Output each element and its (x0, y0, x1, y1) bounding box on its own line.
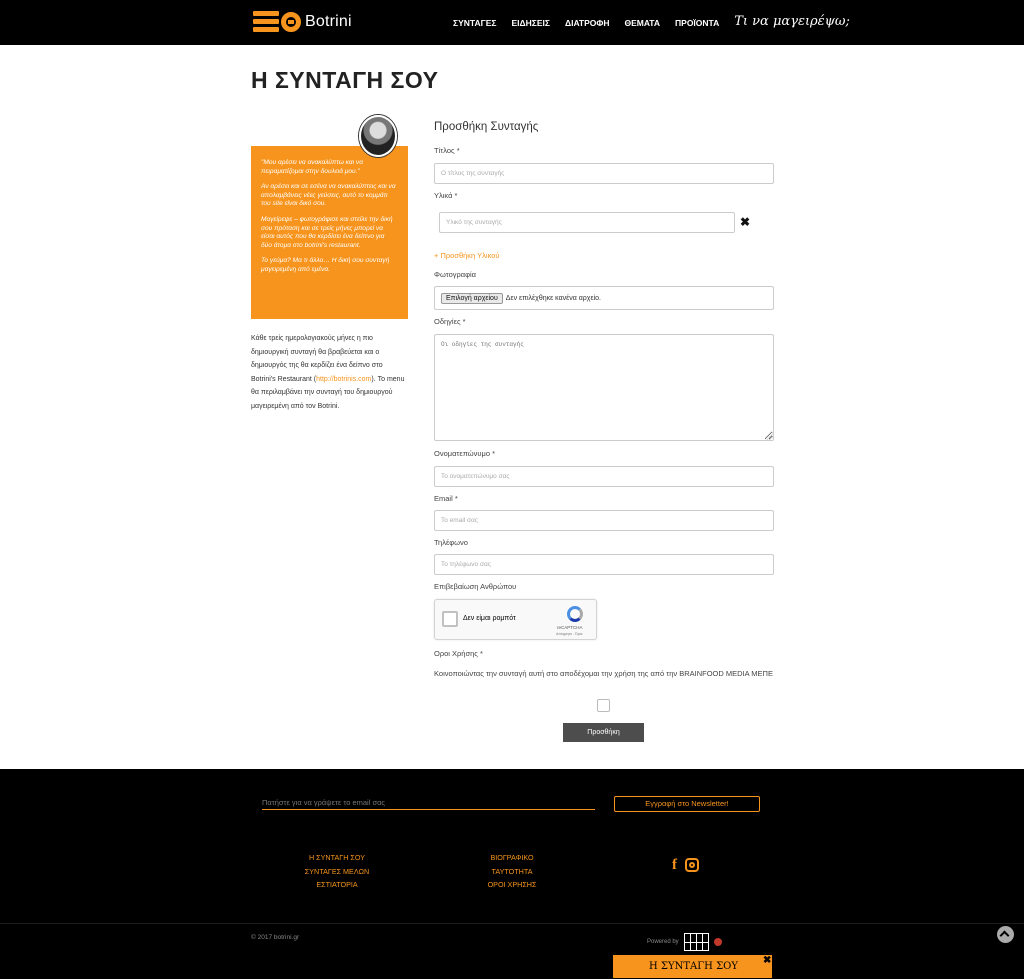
nav-item-recipes[interactable]: ΣΥΝΤΑΓΕΣ (453, 18, 497, 28)
remove-ingredient-close-icon[interactable]: ✖ (740, 215, 750, 229)
submit-button[interactable]: Προσθήκη (563, 723, 644, 742)
recaptcha-brand: reCAPTCHA (557, 625, 583, 630)
logo-text: Botrini (305, 12, 352, 30)
powered-by-text: Powered by (647, 939, 679, 945)
terms-text: Κοινοποιώντας την συνταγή αυτή στο αποδέ… (434, 669, 773, 678)
site-logo[interactable]: Botrini (253, 11, 352, 32)
sticky-recipe-bar[interactable]: Η ΣΥΝΤΑΓΗ ΣΟΥ ✖ (612, 954, 773, 979)
footer-links-col2: ΒΙΟΓΡΑΦΙΚΟ ΤΑΥΤΟΤΗΤΑ ΟΡΟΙ ΧΡΗΣΗΣ (472, 851, 552, 892)
ingredient-input[interactable] (439, 212, 735, 233)
recaptcha-icon (567, 606, 583, 622)
email-label: Email * (434, 494, 458, 503)
footer-links-col1: Η ΣΥΝΤΑΓΗ ΣΟΥ ΣΥΝΤΑΓΕΣ ΜΕΛΩΝ ΕΣΤΙΑΤΟΡΙΑ (297, 851, 377, 892)
partner-logo[interactable] (714, 937, 764, 947)
newsletter-email-input[interactable] (262, 796, 595, 810)
copyright-text: © 2017 botrini.gr (251, 934, 300, 941)
footer-link-restaurants[interactable]: ΕΣΤΙΑΤΟΡΙΑ (297, 878, 377, 892)
photo-label: Φωτογραφία (434, 270, 476, 279)
photo-file-input: Επιλογή αρχείου Δεν επιλέχθηκε κανένα αρ… (434, 286, 774, 310)
terms-checkbox[interactable] (597, 699, 610, 712)
form-heading: Προσθήκη Συνταγής (434, 121, 539, 133)
page-title: Η ΣΥΝΤΑΓΗ ΣΟΥ (251, 67, 439, 93)
phone-input[interactable] (434, 554, 774, 575)
nav-item-topics[interactable]: ΘΕΜΑΤΑ (625, 18, 661, 28)
nav-item-nutrition[interactable]: ΔΙΑΤΡΟΦΗ (565, 18, 610, 28)
promo-text-2: Μαγείρεψε – φωτογράφισε και στείλε την δ… (261, 215, 393, 249)
footer: Εγγραφή στο Newsletter! Η ΣΥΝΤΑΓΗ ΣΟΥ ΣΥ… (0, 769, 1024, 979)
terms-label: Οροι Χρήσης * (434, 649, 483, 658)
choose-file-button[interactable]: Επιλογή αρχείου (441, 292, 503, 304)
name-input[interactable] (434, 466, 774, 487)
footer-link-identity[interactable]: ΤΑΥΤΟΤΗΤΑ (472, 865, 552, 879)
facebook-icon[interactable]: f (672, 857, 677, 874)
sticky-close-icon[interactable]: ✖ (763, 955, 771, 966)
footer-divider (0, 923, 1024, 924)
recaptcha-links[interactable]: Απόρρητο - Όροι (556, 632, 582, 636)
promo-quote: "Μου αρέσει να ανακαλύπτω και να πειραμα… (261, 159, 363, 175)
restaurant-link[interactable]: http://botrinis.com (316, 376, 371, 383)
top-navbar: Botrini ΣΥΝΤΑΓΕΣ ΕΙΔΗΣΕΙΣ ΔΙΑΤΡΟΦΗ ΘΕΜΑΤ… (0, 0, 1024, 45)
footer-link-bio[interactable]: ΒΙΟΓΡΑΦΙΚΟ (472, 851, 552, 865)
brainfood-logo[interactable] (683, 932, 710, 952)
sticky-recipe-label: Η ΣΥΝΤΑΓΗ ΣΟΥ (649, 961, 738, 972)
promo-text-1: Αν αρέσει και σε εσένα να ανακαλύπτεις κ… (261, 183, 396, 208)
recaptcha-widget: Δεν είμαι ρομπότ reCAPTCHA Απόρρητο - Όρ… (434, 599, 597, 640)
promo-box: "Μου αρέσει να ανακαλύπτω και να πειραμα… (251, 146, 408, 319)
email-input[interactable] (434, 510, 774, 531)
nav-item-products[interactable]: ΠΡΟΪΟΝΤΑ (675, 18, 719, 28)
instructions-textarea[interactable] (434, 334, 774, 441)
newsletter-subscribe-button[interactable]: Εγγραφή στο Newsletter! (614, 796, 760, 812)
chef-avatar (359, 115, 397, 157)
social-links: f (672, 857, 699, 874)
instagram-icon[interactable] (685, 858, 699, 872)
file-status-text: Δεν επιλέχθηκε κανένα αρχείο. (505, 294, 601, 302)
title-label: Τίτλος * (434, 146, 460, 155)
instructions-label: Οδηγίες * (434, 317, 466, 326)
footer-link-terms[interactable]: ΟΡΟΙ ΧΡΗΣΗΣ (472, 878, 552, 892)
sidebar-note: Κάθε τρείς ημερολογιακούς μήνες η πιο δη… (251, 332, 409, 413)
name-label: Ονοματεπώνυμο * (434, 449, 495, 458)
phone-label: Τηλέφωνο (434, 538, 468, 547)
add-ingredient-link[interactable]: + Προσθήκη Υλικού (434, 251, 500, 260)
nav-item-what-to-cook[interactable]: Τι να μαγειρέψω; (734, 14, 850, 29)
ingredients-label: Υλικά * (434, 191, 458, 200)
nav-item-news[interactable]: ΕΙΔΗΣΕΙΣ (512, 18, 551, 28)
main-nav: ΣΥΝΤΑΓΕΣ ΕΙΔΗΣΕΙΣ ΔΙΑΤΡΟΦΗ ΘΕΜΑΤΑ ΠΡΟΪΟΝ… (453, 14, 850, 29)
promo-text-3: Το γεύμα? Μα τι άλλο… Η δική σου συνταγή… (261, 257, 390, 273)
recaptcha-text: Δεν είμαι ρομπότ (463, 615, 516, 622)
recaptcha-checkbox[interactable] (442, 611, 458, 627)
footer-link-your-recipe[interactable]: Η ΣΥΝΤΑΓΗ ΣΟΥ (297, 851, 377, 865)
scroll-top-icon[interactable] (997, 926, 1014, 943)
footer-link-member-recipes[interactable]: ΣΥΝΤΑΓΕΣ ΜΕΛΩΝ (297, 865, 377, 879)
textarea-resize-handle[interactable] (766, 433, 773, 440)
logo-mark-icon (253, 11, 301, 32)
title-input[interactable] (434, 163, 774, 184)
captcha-label: Επιβεβαίωση Ανθρώπου (434, 582, 517, 591)
